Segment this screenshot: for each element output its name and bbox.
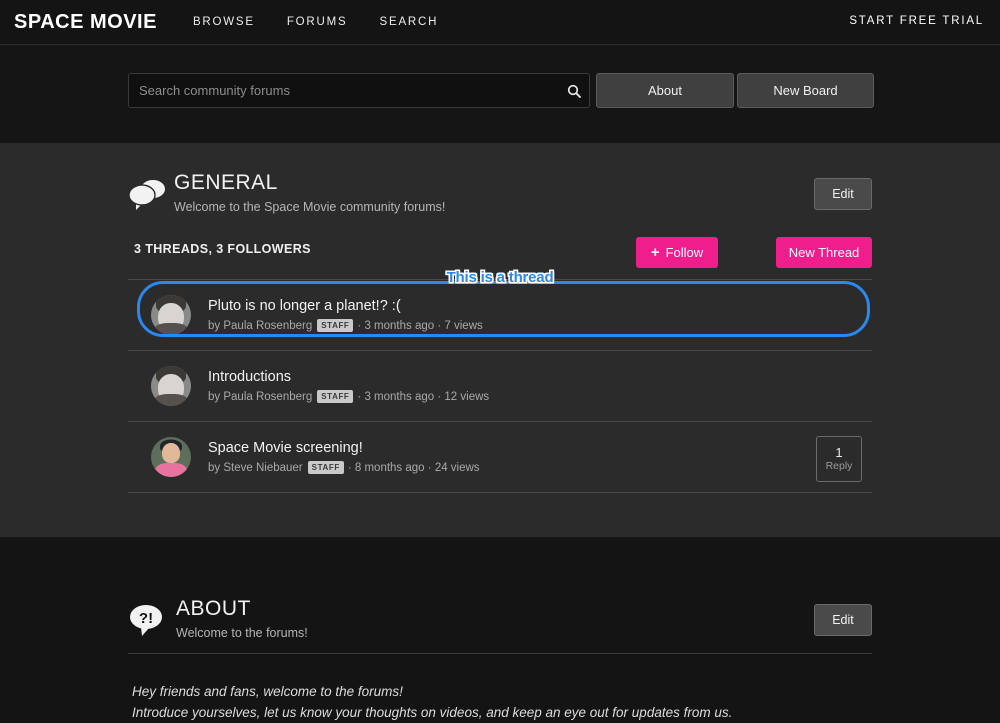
thread-author: Steve Niebauer (223, 461, 303, 474)
search-band: About New Board (0, 45, 1000, 143)
thread-by-prefix: by (208, 461, 221, 474)
thread-text: Pluto is no longer a planet!? :( by Paul… (208, 298, 483, 332)
thread-by-prefix: by (208, 319, 221, 332)
board-title: GENERAL (174, 171, 278, 194)
about-body-text: Hey friends and fans, welcome to the for… (132, 681, 892, 723)
nav-link-search[interactable]: SEARCH (380, 16, 439, 28)
nav-link-browse[interactable]: BROWSE (193, 16, 255, 28)
about-subtitle: Welcome to the forums! (176, 626, 308, 640)
thread-views: 12 views (444, 390, 490, 403)
new-board-button[interactable]: New Board (737, 73, 874, 108)
thread-list: Pluto is no longer a planet!? :( by Paul… (128, 279, 872, 493)
avatar (151, 437, 191, 477)
board-edit-button[interactable]: Edit (814, 178, 872, 210)
follow-button-label: Follow (665, 245, 704, 260)
about-body-line-1: Hey friends and fans, welcome to the for… (132, 684, 403, 699)
reply-count-badge[interactable]: 1 Reply (816, 436, 862, 482)
thread-author: Paula Rosenberg (223, 319, 313, 332)
thread-text: Introductions by Paula Rosenberg STAFF · 3… (208, 369, 489, 403)
table-row[interactable]: Introductions by Paula Rosenberg STAFF · 3… (128, 351, 872, 422)
search-icon[interactable] (559, 84, 589, 98)
about-title: ABOUT (176, 597, 251, 620)
svg-text:?!: ?! (139, 610, 153, 627)
table-row[interactable]: Pluto is no longer a planet!? :( by Paul… (128, 280, 872, 351)
thread-title[interactable]: Introductions (208, 369, 489, 385)
follow-button[interactable]: + Follow (636, 237, 718, 268)
nav-link-forums[interactable]: FORUMS (287, 16, 348, 28)
board-stats-row: 3 THREADS, 3 FOLLOWERS + Follow New Thre… (128, 237, 872, 275)
nav-links: BROWSE FORUMS SEARCH (193, 16, 438, 28)
thread-views: 7 views (444, 319, 483, 332)
avatar (151, 366, 191, 406)
chat-bubbles-icon (128, 177, 168, 213)
site-logo[interactable]: SPACE MOVIE (14, 11, 157, 34)
board-header: GENERAL Welcome to the Space Movie commu… (128, 171, 872, 227)
table-row[interactable]: Space Movie screening! by Steve Niebauer… (128, 422, 872, 493)
meta-separator-2: · (437, 390, 442, 403)
meta-separator-1: · (357, 390, 362, 403)
about-edit-button[interactable]: Edit (814, 604, 872, 636)
meta-separator-2: · (437, 319, 442, 332)
new-thread-button[interactable]: New Thread (776, 237, 872, 268)
thread-meta: by Steve Niebauer STAFF · 8 months ago · 2… (208, 461, 480, 474)
thread-age: 3 months ago (364, 319, 435, 332)
top-navigation-bar: SPACE MOVIE BROWSE FORUMS SEARCH START F… (0, 0, 1000, 45)
forum-page: SPACE MOVIE BROWSE FORUMS SEARCH START F… (0, 0, 1000, 720)
meta-separator-1: · (347, 461, 352, 474)
thread-age: 8 months ago (354, 461, 425, 474)
about-header: ?! ABOUT Welcome to the forums! Edit (128, 597, 872, 655)
meta-separator-2: · (427, 461, 432, 474)
avatar (151, 295, 191, 335)
status-badge: STAFF (307, 461, 344, 474)
thread-meta: by Paula Rosenberg STAFF · 3 months ago · … (208, 319, 483, 332)
thread-by-prefix: by (208, 390, 221, 403)
board-stats-text: 3 THREADS, 3 FOLLOWERS (134, 242, 311, 256)
search-input[interactable] (129, 83, 559, 98)
about-divider (128, 653, 872, 654)
thread-author: Paula Rosenberg (223, 390, 313, 403)
reply-label: Reply (825, 459, 853, 472)
start-free-trial-button[interactable]: START FREE TRIAL (849, 15, 984, 27)
search-field-wrapper[interactable] (128, 73, 590, 108)
reply-count: 1 (835, 444, 843, 460)
about-button[interactable]: About (596, 73, 734, 108)
board-subtitle: Welcome to the Space Movie community for… (174, 200, 446, 214)
thread-meta: by Paula Rosenberg STAFF · 3 months ago · … (208, 390, 489, 403)
thread-age: 3 months ago (364, 390, 435, 403)
meta-separator-1: · (357, 319, 362, 332)
thread-text: Space Movie screening! by Steve Niebauer… (208, 440, 480, 474)
thread-title[interactable]: Space Movie screening! (208, 440, 480, 456)
plus-icon: + (650, 244, 660, 261)
status-badge: STAFF (317, 390, 354, 403)
thread-views: 24 views (434, 461, 480, 474)
thread-title[interactable]: Pluto is no longer a planet!? :( (208, 298, 483, 314)
question-exclamation-bubble-icon: ?! (128, 603, 166, 637)
status-badge: STAFF (317, 319, 354, 332)
